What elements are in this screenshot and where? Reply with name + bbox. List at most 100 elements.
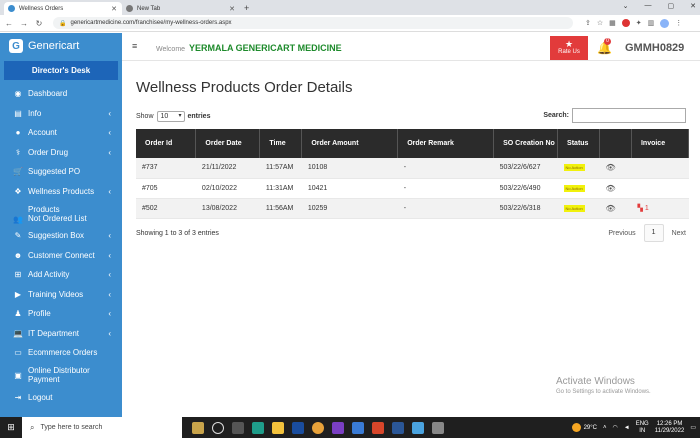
new-tab-button[interactable]: + bbox=[244, 2, 249, 15]
tab-wellness-orders[interactable]: Wellness Orders ✕ bbox=[4, 2, 122, 15]
app-icon[interactable] bbox=[412, 421, 424, 434]
eye-icon[interactable]: 👁 bbox=[606, 184, 616, 193]
pdf-icon[interactable]: ▚ bbox=[637, 205, 642, 212]
top-header: ≡ Welcome YERMALA GENERICART MEDICINE ★ … bbox=[122, 33, 700, 61]
url-input[interactable]: 🔒 genericartmedicine.com/franchisee/my-w… bbox=[53, 17, 573, 29]
column-header-order-remark[interactable]: Order Remark bbox=[397, 129, 495, 158]
rate-us-button[interactable]: ★ Rate Us bbox=[550, 36, 588, 60]
invoice-link[interactable]: 1 bbox=[645, 205, 649, 212]
sidebar-item-it-department[interactable]: 💻 IT Department ‹ bbox=[0, 324, 122, 344]
sidebar-item-account[interactable]: ● Account ‹ bbox=[0, 123, 122, 143]
so-no-cell: 503/22/6/627 bbox=[493, 158, 558, 179]
column-header-invoice[interactable]: Invoice bbox=[631, 129, 690, 158]
visual-studio-icon[interactable] bbox=[332, 421, 344, 434]
chevron-down-icon[interactable]: ⌄ bbox=[623, 2, 629, 10]
back-icon[interactable]: ← bbox=[3, 19, 15, 28]
status-badge: No Action bbox=[563, 164, 585, 172]
puzzle-icon[interactable]: ✦ bbox=[636, 19, 642, 27]
menu-dots-icon[interactable]: ⋮ bbox=[675, 19, 682, 27]
share-icon[interactable]: ⇪ bbox=[585, 19, 591, 27]
sidebar-item-profile[interactable]: ♟ Profile ‹ bbox=[0, 304, 122, 324]
minimize-icon[interactable]: — bbox=[645, 2, 652, 10]
column-header-order-amount[interactable]: Order Amount bbox=[301, 129, 399, 158]
sidebar-item-training-videos[interactable]: ▶ Training Videos ‹ bbox=[0, 285, 122, 305]
column-header-time[interactable]: Time bbox=[259, 129, 303, 158]
maximize-icon[interactable]: ▢ bbox=[668, 2, 675, 10]
order-id-cell: #502 bbox=[136, 198, 196, 219]
directors-desk-button[interactable]: Director's Desk bbox=[4, 61, 118, 80]
amount-cell: 10421 bbox=[301, 178, 398, 199]
column-header-order-date[interactable]: Order Date bbox=[195, 129, 261, 158]
sidebar-item-suggestion-box[interactable]: ✎ Suggestion Box ‹ bbox=[0, 226, 122, 246]
pagination-next[interactable]: Next bbox=[672, 230, 686, 237]
forward-icon[interactable]: → bbox=[18, 19, 30, 28]
edge-icon[interactable] bbox=[252, 421, 264, 434]
sidebar-item-label: Suggested PO bbox=[28, 167, 81, 177]
close-icon[interactable]: ✕ bbox=[229, 5, 235, 13]
brand[interactable]: G Genericart bbox=[0, 33, 122, 59]
volume-icon[interactable]: ◄ bbox=[624, 425, 630, 431]
profile-avatar[interactable] bbox=[660, 18, 670, 28]
excel-icon[interactable] bbox=[372, 421, 384, 434]
language-indicator[interactable]: ENG IN bbox=[636, 421, 649, 435]
tab-new-tab[interactable]: New Tab ✕ bbox=[122, 2, 240, 15]
close-icon[interactable]: ✕ bbox=[111, 5, 117, 13]
chevron-up-icon[interactable]: ˄ bbox=[603, 425, 607, 431]
hamburger-menu-icon[interactable]: ≡ bbox=[132, 41, 137, 51]
sidebar-item-order-drug[interactable]: ⚕ Order Drug ‹ bbox=[0, 143, 122, 163]
table-header-row: Order Id Order Date Time Order Amount Or… bbox=[136, 129, 690, 158]
sidebar-item-label: Suggestion Box bbox=[28, 231, 85, 241]
notifications-icon[interactable]: ▭ bbox=[690, 424, 696, 431]
weather-widget[interactable]: 29°C bbox=[571, 423, 597, 432]
column-header-so-creation-no[interactable]: SO Creation No bbox=[493, 129, 559, 158]
sidebar-item-products-not-ordered[interactable]: 👥 Products Not Ordered List bbox=[0, 201, 122, 226]
word-icon[interactable] bbox=[392, 421, 404, 434]
sidebar-item-ecommerce-orders[interactable]: ▭ Ecommerce Orders bbox=[0, 343, 122, 363]
reading-list-icon[interactable]: ▥ bbox=[648, 19, 655, 27]
screen: Wellness Orders ✕ New Tab ✕ + ⌄ — ▢ ✕ ← … bbox=[0, 0, 700, 438]
task-view-icon[interactable] bbox=[232, 421, 244, 434]
amount-cell: 10108 bbox=[301, 158, 398, 179]
sidebar-item-online-distributor-payment[interactable]: ▣ Online Distributor Payment bbox=[0, 363, 122, 388]
close-window-icon[interactable]: ✕ bbox=[690, 2, 696, 10]
search-input[interactable] bbox=[572, 108, 686, 123]
bookmark-star-icon[interactable]: ☆ bbox=[597, 19, 603, 27]
pagination-page-1[interactable]: 1 bbox=[643, 224, 664, 242]
sidebar-item-dashboard[interactable]: ◉ Dashboard bbox=[0, 84, 122, 104]
wifi-icon[interactable]: ◠ bbox=[613, 424, 618, 431]
sidebar-item-info[interactable]: ▤ Info ‹ bbox=[0, 104, 122, 124]
chrome-icon[interactable] bbox=[312, 421, 324, 434]
extension-red-icon[interactable] bbox=[621, 19, 630, 27]
sidebar-item-label: Info bbox=[28, 108, 42, 118]
cortana-icon[interactable] bbox=[212, 421, 224, 434]
taskbar-search[interactable]: ⌕ Type here to search bbox=[22, 417, 182, 438]
app-icon[interactable] bbox=[432, 421, 444, 434]
column-header-order-id[interactable]: Order Id bbox=[136, 129, 197, 158]
eye-icon[interactable]: 👁 bbox=[606, 204, 616, 213]
amount-cell: 10259 bbox=[301, 198, 398, 219]
pagination-previous[interactable]: Previous bbox=[608, 230, 635, 237]
sidebar-item-logout[interactable]: ⇥ Logout bbox=[0, 388, 122, 408]
file-explorer-icon[interactable] bbox=[272, 421, 284, 434]
reload-icon[interactable]: ↻ bbox=[33, 19, 45, 28]
entries-select[interactable]: 10 ▾ bbox=[156, 111, 185, 122]
windows-start-icon[interactable]: ⊞ bbox=[0, 422, 22, 433]
user-code[interactable]: GMMH0829 bbox=[625, 42, 684, 54]
activity-icon: ⊞ bbox=[14, 270, 22, 280]
eye-icon[interactable]: 👁 bbox=[606, 163, 616, 172]
photoshop-icon[interactable] bbox=[292, 421, 304, 434]
payment-icon: ▣ bbox=[14, 370, 22, 380]
news-widget-icon[interactable] bbox=[192, 421, 204, 434]
sidebar-item-add-activity[interactable]: ⊞ Add Activity ‹ bbox=[0, 265, 122, 285]
extension-icon[interactable]: ▦ bbox=[609, 19, 616, 27]
notification-bell-icon[interactable]: 🔔 0 bbox=[597, 38, 612, 55]
order-id-cell: #705 bbox=[136, 178, 196, 199]
tools-icon[interactable] bbox=[352, 421, 364, 434]
clock[interactable]: 12:26 PM 11/29/2022 bbox=[655, 421, 685, 435]
watermark-title: Activate Windows bbox=[556, 376, 635, 387]
sidebar-item-customer-connect[interactable]: ☻ Customer Connect ‹ bbox=[0, 246, 122, 266]
view-cell: 👁 bbox=[599, 198, 632, 219]
sidebar-item-suggested-po[interactable]: 🛒 Suggested PO bbox=[0, 162, 122, 182]
sidebar-item-wellness-products[interactable]: ❖ Wellness Products ‹ bbox=[0, 182, 122, 202]
column-header-status[interactable]: Status bbox=[557, 129, 601, 158]
